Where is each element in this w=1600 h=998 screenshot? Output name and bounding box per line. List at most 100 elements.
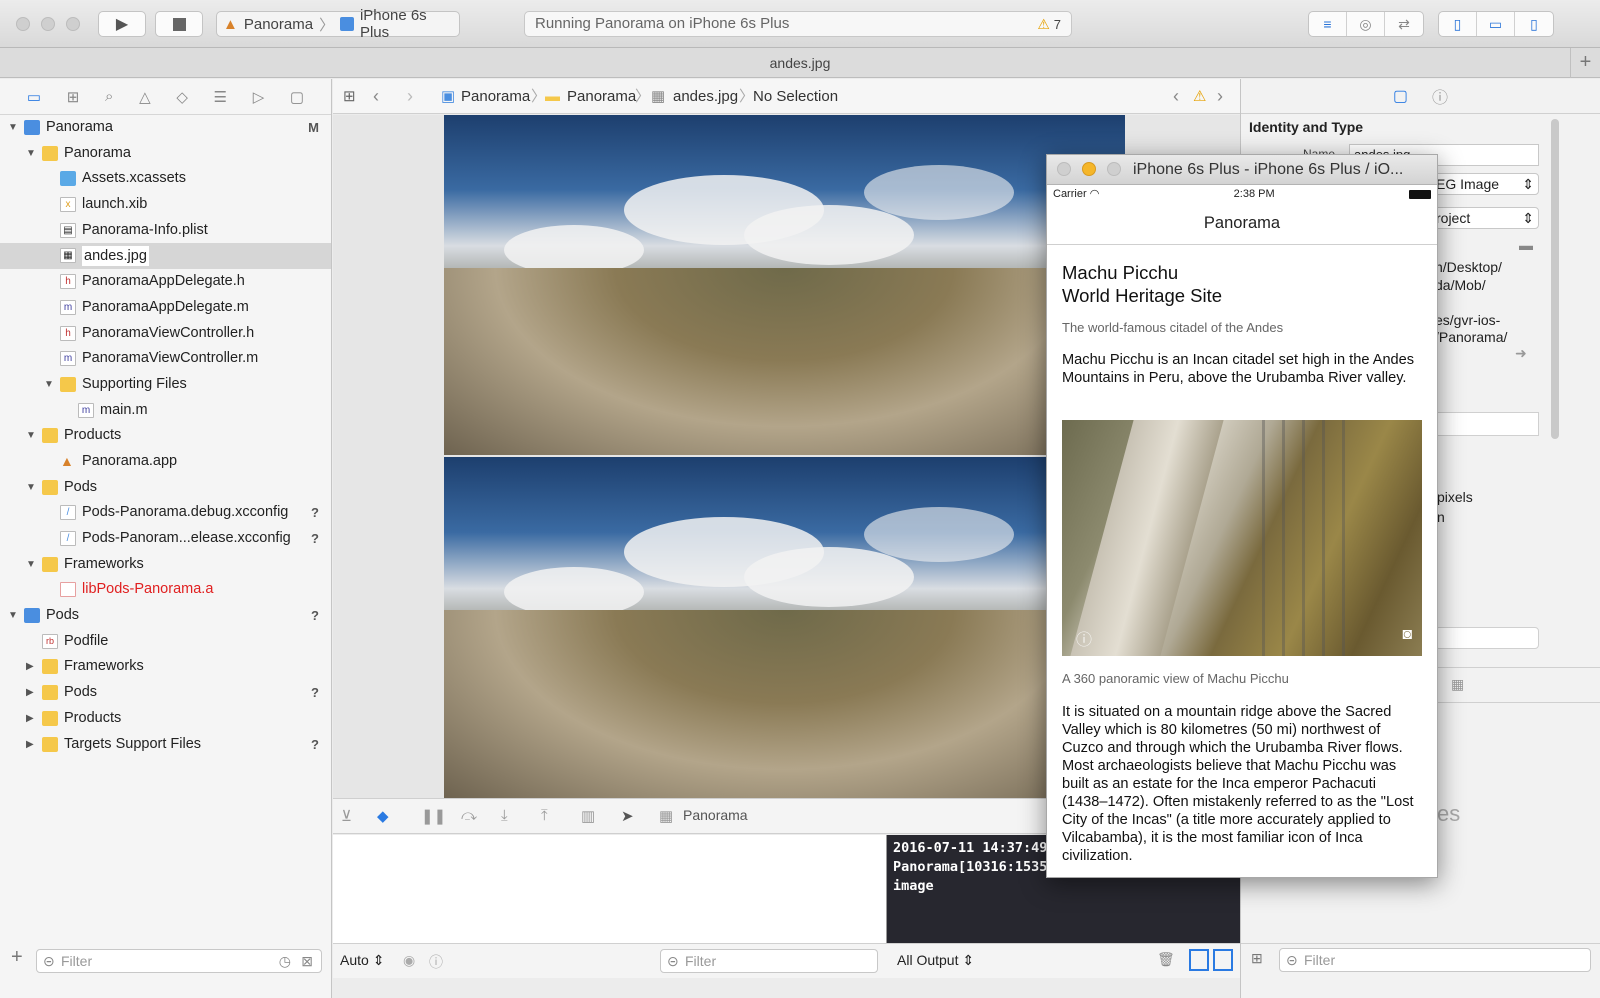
media-library-icon[interactable]: ▦: [1451, 676, 1464, 693]
search-icon[interactable]: ⌕: [105, 88, 113, 105]
tab-title[interactable]: andes.jpg: [770, 55, 831, 71]
eye-icon[interactable]: ◉: [403, 952, 415, 969]
console-view-toggle[interactable]: [1213, 949, 1233, 971]
quick-help-icon[interactable]: ⓘ: [1432, 84, 1448, 108]
tree-row-info-plist[interactable]: ▤ Panorama-Info.plist: [0, 218, 331, 244]
tree-row-launch-xib[interactable]: x launch.xib: [0, 192, 331, 218]
zoom-window-button[interactable]: [66, 17, 80, 31]
variables-filter-input[interactable]: ⊝ Filter: [660, 949, 878, 973]
version-editor-icon[interactable]: ⇄: [1385, 12, 1423, 36]
hide-debug-area-icon[interactable]: ⊻: [341, 807, 352, 825]
breakpoint-icon[interactable]: ▷: [253, 88, 265, 106]
symbol-icon[interactable]: ⊞: [67, 88, 80, 106]
variables-view-toggle[interactable]: [1189, 949, 1209, 971]
test-icon[interactable]: ◇: [176, 88, 188, 106]
pause-icon[interactable]: ❚❚: [421, 807, 446, 825]
tree-row-panorama-group[interactable]: ▼ Panorama: [0, 141, 331, 167]
forward-arrow-icon[interactable]: ›: [407, 79, 413, 114]
assistant-editor-icon[interactable]: ◎: [1347, 12, 1385, 36]
debug-area-toggle-icon[interactable]: ▭: [1477, 12, 1515, 36]
tree-row-assets[interactable]: Assets.xcassets: [0, 166, 331, 192]
breadcrumb-selection[interactable]: No Selection: [753, 79, 838, 114]
tree-row-appdelegate-h[interactable]: h PanoramaAppDelegate.h: [0, 269, 331, 295]
info-icon[interactable]: ⓘ: [1076, 626, 1092, 650]
process-label[interactable]: Panorama: [683, 807, 748, 823]
tree-label: Pods: [64, 684, 98, 701]
panorama-view[interactable]: ⓘ ◙: [1062, 420, 1422, 656]
recent-files-icon[interactable]: ◷: [279, 950, 291, 972]
report-icon[interactable]: ▢: [290, 88, 304, 106]
step-over-icon[interactable]: ⤼: [461, 807, 477, 824]
tree-row-viewcontroller-m[interactable]: m PanoramaViewController.m: [0, 346, 331, 372]
tree-row-andes-jpg[interactable]: ▦ andes.jpg: [0, 243, 331, 270]
stop-button[interactable]: [155, 11, 203, 37]
tree-row-products[interactable]: ▼ Products: [0, 423, 331, 449]
step-into-icon[interactable]: ⤓: [501, 807, 508, 824]
breadcrumb-file[interactable]: andes.jpg: [673, 79, 738, 114]
tree-row-release-xcconfig[interactable]: / Pods-Panoram...elease.xcconfig?: [0, 526, 331, 552]
cardboard-icon[interactable]: ◙: [1402, 626, 1412, 644]
folder-icon[interactable]: ▭: [27, 88, 41, 106]
breadcrumb-group[interactable]: Panorama: [567, 79, 636, 114]
folder-icon[interactable]: ▬: [1519, 237, 1533, 253]
related-items-icon[interactable]: ⊞: [343, 79, 356, 114]
run-button[interactable]: ▶: [98, 11, 146, 37]
standard-editor-icon[interactable]: ≡: [1309, 12, 1347, 36]
inspector-scrollbar[interactable]: [1551, 119, 1559, 439]
trash-icon[interactable]: 🗑: [1157, 951, 1175, 968]
debug-icon[interactable]: ☰: [214, 88, 227, 106]
tree-row-libpods[interactable]: libPods-Panorama.a: [0, 577, 331, 603]
output-select[interactable]: All Output ⇕: [897, 952, 974, 969]
editor-mode-control[interactable]: ≡ ◎ ⇄: [1308, 11, 1424, 37]
warning-indicator[interactable]: ⚠ 7: [1037, 12, 1061, 37]
navigator-filter-input[interactable]: ⊝ Filter ◷ ⊠: [36, 949, 322, 973]
info-icon[interactable]: ⓘ: [429, 952, 443, 972]
inspector-field[interactable]: [1435, 412, 1539, 436]
warning-icon[interactable]: ⚠: [1193, 79, 1206, 114]
tree-row-panorama-app[interactable]: ▲ Panorama.app: [0, 449, 331, 475]
tree-row-frameworks[interactable]: ▼ Frameworks: [0, 552, 331, 578]
sim-close-button[interactable]: [1057, 162, 1071, 176]
auto-select[interactable]: Auto ⇕: [340, 952, 384, 969]
sim-minimize-button[interactable]: [1082, 162, 1096, 176]
utilities-toggle-icon[interactable]: ▯: [1515, 12, 1553, 36]
warning-icon[interactable]: △: [139, 88, 151, 106]
breakpoints-toggle-icon[interactable]: ◆: [377, 807, 389, 825]
tree-row-debug-xcconfig[interactable]: / Pods-Panorama.debug.xcconfig?: [0, 500, 331, 526]
tree-row-viewcontroller-h[interactable]: h PanoramaViewController.h: [0, 321, 331, 347]
previous-issue-icon[interactable]: ‹: [1173, 79, 1179, 114]
tree-row-main-m[interactable]: m main.m: [0, 398, 331, 424]
scm-filter-icon[interactable]: ⊠: [301, 950, 313, 972]
close-window-button[interactable]: [16, 17, 30, 31]
step-out-icon[interactable]: ⤒: [541, 807, 548, 824]
add-file-icon[interactable]: +: [11, 946, 23, 969]
tree-row-pods-project[interactable]: ▼ Pods?: [0, 603, 331, 629]
tree-row-pods-frameworks[interactable]: ▶ Frameworks: [0, 654, 331, 680]
reveal-arrow-icon[interactable]: ➜: [1515, 345, 1527, 362]
location-icon[interactable]: ➤: [621, 807, 634, 825]
back-arrow-icon[interactable]: ‹: [373, 79, 379, 114]
tree-row-panorama-project[interactable]: ▼ Panorama M: [0, 115, 331, 141]
tree-row-supporting-files[interactable]: ▼ Supporting Files: [0, 372, 331, 398]
tree-row-targets-support[interactable]: ▶ Targets Support Files?: [0, 732, 331, 758]
add-tab-icon[interactable]: +: [1570, 48, 1600, 78]
minimize-window-button[interactable]: [41, 17, 55, 31]
next-issue-icon[interactable]: ›: [1217, 79, 1223, 114]
breadcrumb-project[interactable]: Panorama: [461, 79, 530, 114]
view-control[interactable]: ▯ ▭ ▯: [1438, 11, 1554, 37]
scheme-device-label: iPhone 6s Plus: [359, 7, 427, 41]
sim-zoom-button[interactable]: [1107, 162, 1121, 176]
tree-row-pods-pods[interactable]: ▶ Pods?: [0, 680, 331, 706]
tree-row-appdelegate-m[interactable]: m PanoramaAppDelegate.m: [0, 295, 331, 321]
file-inspector-icon[interactable]: ▢: [1393, 86, 1408, 106]
tree-label[interactable]: andes.jpg: [82, 246, 149, 267]
view-debugger-icon[interactable]: ▥: [581, 807, 595, 825]
tree-row-podfile[interactable]: rb Podfile: [0, 629, 331, 655]
inspector-field-2[interactable]: [1435, 627, 1539, 649]
library-filter-input[interactable]: ⊝ Filter: [1279, 948, 1591, 972]
tree-row-pods-group[interactable]: ▼ Pods: [0, 475, 331, 501]
scheme-selector[interactable]: ▲ Panorama 〉 iPhone 6s Plus: [216, 7, 460, 41]
tree-row-pods-products[interactable]: ▶ Products: [0, 706, 331, 732]
navigator-toggle-icon[interactable]: ▯: [1439, 12, 1477, 36]
grid-view-icon[interactable]: ⊞: [1251, 950, 1263, 967]
